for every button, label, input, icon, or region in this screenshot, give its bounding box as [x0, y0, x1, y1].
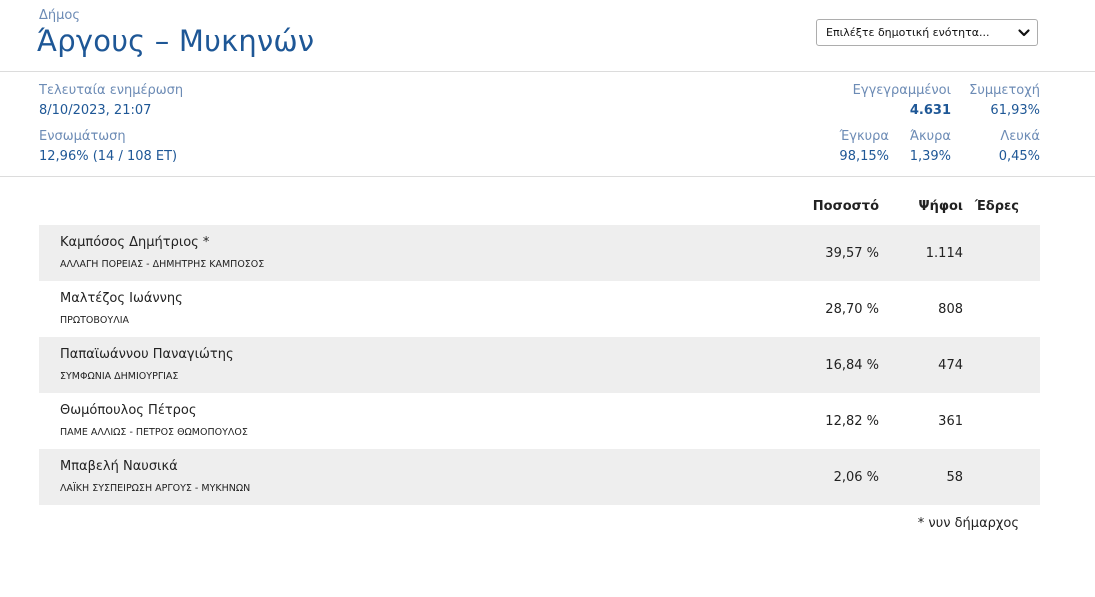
- registered-value: 4.631: [909, 103, 951, 118]
- invalid-value: 1,39%: [909, 149, 951, 164]
- last-update-value: 8/10/2023, 21:07: [39, 103, 152, 118]
- candidate-name: Θωμόπουλος Πέτρος: [60, 403, 197, 418]
- table-row: Μπαβελή Ναυσικά ΛΑΪΚΗ ΣΥΣΠΕΙΡΩΣΗ ΑΡΓΟΥΣ …: [39, 449, 1040, 505]
- incorporation-value: 12,96% (14 / 108 ΕΤ): [39, 149, 178, 164]
- candidate-votes: 808: [938, 302, 963, 317]
- turnout-label: Συμμετοχή: [969, 83, 1040, 98]
- column-header-percent: Ποσοστό: [812, 199, 879, 214]
- candidate-name: Μπαβελή Ναυσικά: [60, 459, 178, 474]
- registered-label: Εγγεγραμμένοι: [852, 83, 951, 98]
- candidate-votes: 58: [946, 470, 963, 485]
- municipality-kicker: Δήμος: [39, 8, 80, 23]
- valid-value: 98,15%: [839, 149, 889, 164]
- municipal-unit-select-value: Επιλέξτε δημοτική ενότητα...: [826, 26, 990, 39]
- column-header-votes: Ψήφοι: [918, 199, 963, 214]
- incorporation-label: Ενσωμάτωση: [39, 129, 126, 144]
- table-row: Παπαϊωάννου Παναγιώτης ΣΥΜΦΩΝΙΑ ΔΗΜΙΟΥΡΓ…: [39, 337, 1040, 393]
- party-name: ΣΥΜΦΩΝΙΑ ΔΗΜΙΟΥΡΓΙΑΣ: [60, 371, 179, 382]
- blank-label: Λευκά: [1000, 129, 1040, 144]
- candidate-percent: 39,57 %: [825, 246, 879, 261]
- mayor-footnote: * νυν δήμαρχος: [917, 516, 1019, 531]
- candidate-name: Μαλτέζος Ιωάννης: [60, 291, 183, 306]
- blank-value: 0,45%: [998, 149, 1040, 164]
- party-name: ΠΑΜΕ ΑΛΛΙΩΣ - ΠΕΤΡΟΣ ΘΩΜΟΠΟΥΛΟΣ: [60, 427, 248, 438]
- candidate-votes: 361: [938, 414, 963, 429]
- turnout-value: 61,93%: [990, 103, 1040, 118]
- candidate-name: Παπαϊωάννου Παναγιώτης: [60, 347, 234, 362]
- candidate-votes: 474: [938, 358, 963, 373]
- page-title: Άργους – Μυκηνών: [37, 24, 315, 58]
- table-row: Θωμόπουλος Πέτρος ΠΑΜΕ ΑΛΛΙΩΣ - ΠΕΤΡΟΣ Θ…: [39, 393, 1040, 449]
- invalid-label: Άκυρα: [909, 129, 951, 144]
- party-name: ΑΛΛΑΓΗ ΠΟΡΕΙΑΣ - ΔΗΜΗΤΡΗΣ ΚΑΜΠΟΣΟΣ: [60, 259, 265, 270]
- valid-label: Έγκυρα: [839, 129, 889, 144]
- candidate-votes: 1.114: [925, 246, 963, 261]
- party-name: ΛΑΪΚΗ ΣΥΣΠΕΙΡΩΣΗ ΑΡΓΟΥΣ - ΜΥΚΗΝΩΝ: [60, 483, 251, 494]
- candidate-percent: 12,82 %: [825, 414, 879, 429]
- table-row: Καμπόσος Δημήτριος * ΑΛΛΑΓΗ ΠΟΡΕΙΑΣ - ΔΗ…: [39, 225, 1040, 281]
- stats-panel: Τελευταία ενημέρωση 8/10/2023, 21:07 Ενσ…: [0, 72, 1095, 177]
- table-row: Μαλτέζος Ιωάννης ΠΡΩΤΟΒΟΥΛΙΑ 28,70 % 808: [39, 281, 1040, 337]
- candidate-percent: 2,06 %: [833, 470, 879, 485]
- last-update-label: Τελευταία ενημέρωση: [39, 83, 184, 98]
- candidate-percent: 16,84 %: [825, 358, 879, 373]
- party-name: ΠΡΩΤΟΒΟΥΛΙΑ: [60, 315, 130, 326]
- candidate-percent: 28,70 %: [825, 302, 879, 317]
- page-header: Δήμος Άργους – Μυκηνών Επιλέξτε δημοτική…: [0, 0, 1095, 72]
- chevron-down-icon: [1018, 28, 1030, 36]
- municipal-unit-select[interactable]: Επιλέξτε δημοτική ενότητα...: [816, 19, 1038, 46]
- column-header-seats: Έδρες: [974, 199, 1019, 214]
- candidate-name: Καμπόσος Δημήτριος *: [60, 235, 210, 250]
